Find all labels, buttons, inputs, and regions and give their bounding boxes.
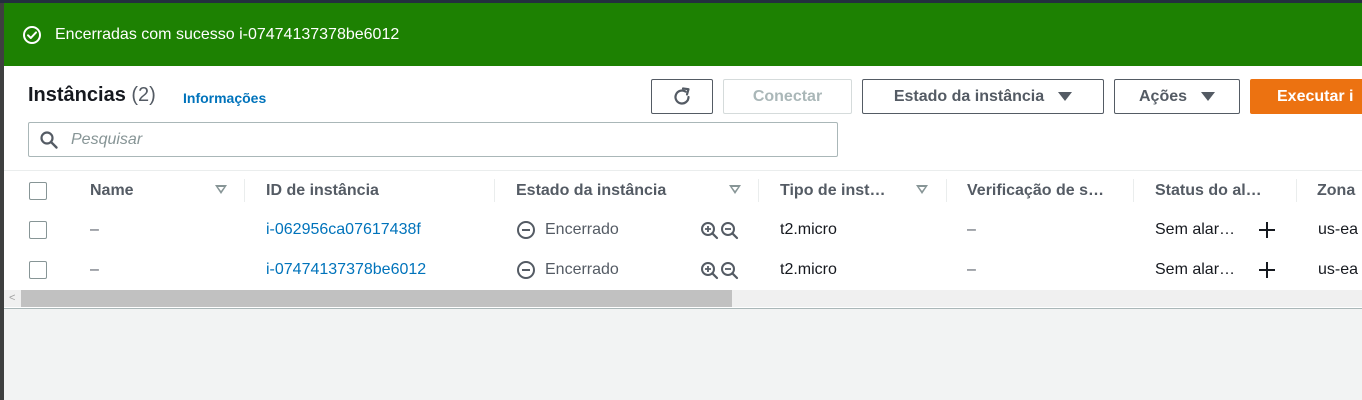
zoom-in-icon[interactable] bbox=[700, 221, 719, 240]
actions-label: Ações bbox=[1138, 87, 1188, 105]
instance-state-dropdown[interactable]: Estado da instância bbox=[862, 79, 1104, 114]
column-header-instance-id[interactable]: ID de instância bbox=[266, 171, 379, 210]
column-divider[interactable] bbox=[244, 179, 245, 202]
column-divider[interactable] bbox=[494, 179, 495, 202]
caret-down-icon bbox=[1201, 92, 1216, 101]
flash-message: Encerradas com sucesso i-07474137378be60… bbox=[55, 25, 400, 43]
refresh-icon bbox=[671, 86, 693, 108]
search-icon bbox=[39, 130, 59, 150]
cell-state: Encerrado bbox=[516, 250, 619, 290]
select-all-checkbox[interactable] bbox=[29, 182, 47, 200]
cell-zone: us-ea bbox=[1318, 221, 1359, 238]
cell-alarm-status: Sem alar… bbox=[1155, 261, 1236, 278]
sort-icon[interactable] bbox=[215, 185, 227, 194]
launch-instances-button[interactable]: Executar i bbox=[1250, 79, 1362, 114]
table-row[interactable]: – i-07474137378be6012 Encerrado t2.micro… bbox=[4, 250, 1362, 291]
zoom-controls bbox=[700, 221, 739, 240]
success-flash-banner: Encerradas com sucesso i-07474137378be60… bbox=[4, 3, 1362, 66]
launch-button-label: Executar i bbox=[1277, 87, 1354, 105]
zoom-in-icon[interactable] bbox=[700, 261, 719, 280]
row-checkbox[interactable] bbox=[29, 261, 47, 279]
column-header-name[interactable]: Name bbox=[90, 171, 134, 210]
cell-status-check: – bbox=[967, 221, 976, 238]
scrollbar-thumb[interactable] bbox=[21, 290, 732, 307]
search-input[interactable] bbox=[69, 129, 773, 150]
instance-id-link[interactable]: i-062956ca07617438f bbox=[266, 210, 421, 250]
search-bar[interactable] bbox=[28, 122, 838, 157]
cell-zone: us-ea bbox=[1318, 261, 1359, 278]
cell-alarm-status: Sem alar… bbox=[1155, 221, 1236, 238]
column-divider[interactable] bbox=[758, 179, 759, 202]
sort-icon[interactable] bbox=[916, 185, 928, 194]
column-header-instance-type[interactable]: Tipo de inst… bbox=[780, 171, 885, 210]
cell-instance-type: t2.micro bbox=[780, 261, 837, 278]
column-divider[interactable] bbox=[1296, 179, 1297, 202]
connect-button-label: Conectar bbox=[752, 87, 823, 105]
add-alarm-icon[interactable] bbox=[1257, 220, 1277, 245]
row-checkbox[interactable] bbox=[29, 221, 47, 239]
caret-down-icon bbox=[1058, 92, 1073, 101]
connect-button[interactable]: Conectar bbox=[723, 79, 852, 114]
actions-dropdown[interactable]: Ações bbox=[1114, 79, 1240, 114]
add-alarm-icon[interactable] bbox=[1257, 260, 1277, 285]
column-header-instance-state[interactable]: Estado da instância bbox=[516, 171, 666, 210]
column-divider[interactable] bbox=[946, 179, 947, 202]
cell-instance-type: t2.micro bbox=[780, 221, 837, 238]
instance-id-link[interactable]: i-07474137378be6012 bbox=[266, 250, 426, 290]
column-header-zone[interactable]: Zona bbox=[1317, 171, 1355, 210]
table-row[interactable]: – i-062956ca07617438f Encerrado t2.micro… bbox=[4, 210, 1362, 251]
cell-name: – bbox=[90, 221, 99, 238]
zoom-controls bbox=[700, 261, 739, 280]
cell-name: – bbox=[90, 261, 99, 278]
cell-status-check: – bbox=[967, 261, 976, 278]
scroll-left-arrow-icon[interactable]: < bbox=[9, 292, 15, 304]
sort-icon[interactable] bbox=[729, 185, 741, 194]
stopped-icon bbox=[516, 260, 536, 280]
instance-state-label: Estado da instância bbox=[893, 87, 1045, 105]
page-title-text: Instâncias bbox=[28, 84, 126, 106]
column-header-status-check[interactable]: Verificação de s… bbox=[967, 171, 1104, 210]
state-text: Encerrado bbox=[545, 261, 619, 278]
instances-panel: Instâncias (2) Informações Conectar Esta… bbox=[4, 66, 1362, 309]
zoom-out-icon[interactable] bbox=[720, 261, 739, 280]
refresh-button[interactable] bbox=[651, 79, 713, 114]
column-header-alarm-status[interactable]: Status do al… bbox=[1155, 171, 1262, 210]
state-text: Encerrado bbox=[545, 221, 619, 238]
stopped-icon bbox=[516, 220, 536, 240]
column-divider[interactable] bbox=[1133, 179, 1134, 202]
instance-count: (2) bbox=[131, 84, 156, 106]
info-link[interactable]: Informações bbox=[183, 90, 266, 106]
table-header: Name ID de instância Estado da instância… bbox=[4, 170, 1362, 211]
page-title: Instâncias (2) bbox=[28, 84, 156, 107]
zoom-out-icon[interactable] bbox=[720, 221, 739, 240]
horizontal-scrollbar[interactable]: < bbox=[4, 290, 1362, 307]
check-circle-icon bbox=[22, 25, 42, 45]
cell-state: Encerrado bbox=[516, 210, 619, 250]
